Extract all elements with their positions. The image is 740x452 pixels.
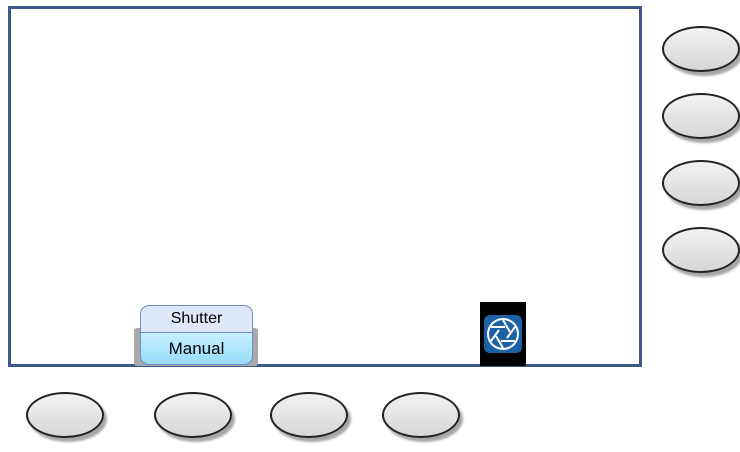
right-softkey-4[interactable] (662, 227, 740, 273)
aperture-button[interactable] (480, 302, 526, 366)
aperture-icon (484, 315, 522, 353)
shutter-value[interactable]: Manual (140, 333, 253, 365)
shutter-mode-control[interactable]: Shutter Manual (134, 298, 264, 372)
shutter-label: Shutter (140, 305, 253, 333)
right-softkey-1[interactable] (662, 26, 740, 72)
bottom-softkey-3[interactable] (270, 392, 348, 438)
bottom-softkey-4[interactable] (382, 392, 460, 438)
right-softkey-2[interactable] (662, 93, 740, 139)
bottom-softkey-1[interactable] (26, 392, 104, 438)
display-screen: Shutter Manual (8, 6, 642, 367)
bottom-softkey-2[interactable] (154, 392, 232, 438)
camera-ui: Shutter Manual (0, 0, 740, 452)
right-softkey-3[interactable] (662, 160, 740, 206)
